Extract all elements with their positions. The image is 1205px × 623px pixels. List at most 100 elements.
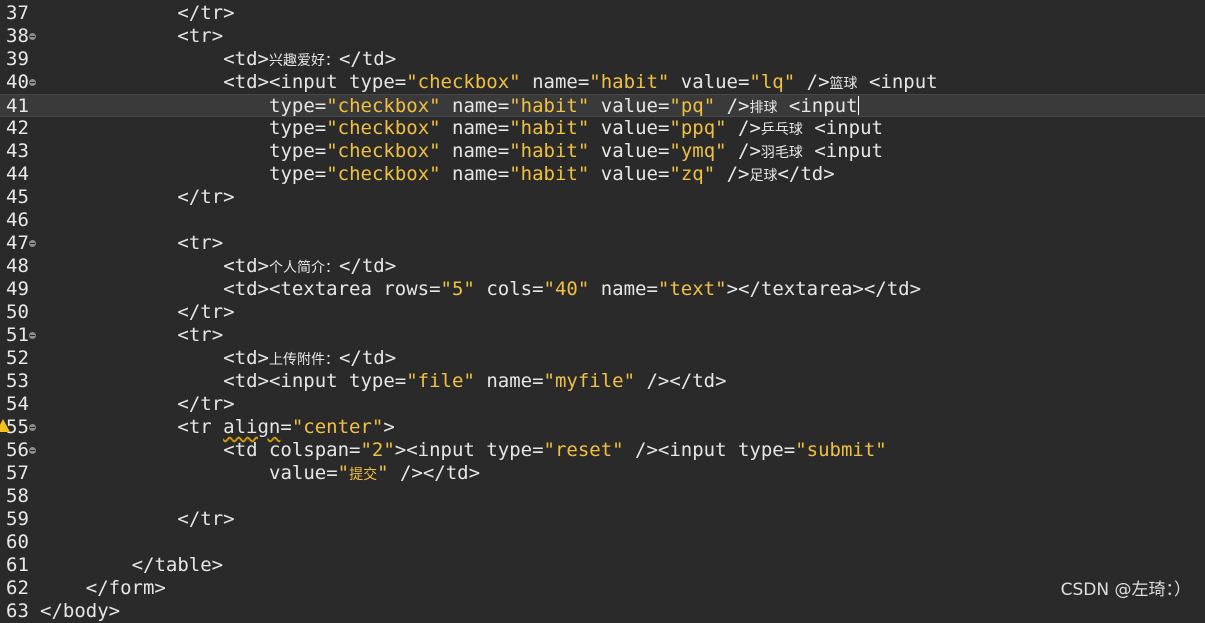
markup-token: </tr>	[177, 508, 235, 530]
code-line[interactable]: 39 <td>兴趣爱好：</td>	[0, 48, 1205, 71]
code-text: </tr>	[177, 393, 234, 416]
code-editor[interactable]: 37 </tr> 38 <tr> 39 <td>兴趣爱好：</td> 40 <td><inpu…	[0, 2, 1205, 623]
markup-token: value=	[589, 117, 670, 139]
code-line[interactable]: 60	[0, 531, 1205, 554]
string-token: "habit"	[589, 71, 670, 93]
fold-toggle-icon[interactable]	[29, 240, 36, 247]
code-line[interactable]: 53 <td><input type="file" name="myfile" /…	[0, 370, 1205, 393]
string-token: "habit"	[509, 117, 590, 139]
code-line[interactable]: 62 </form>	[0, 577, 1205, 600]
markup-token: /></td>	[635, 370, 727, 392]
markup-token: <td	[223, 439, 269, 461]
line-number: 50	[6, 301, 29, 323]
markup-token: value=	[589, 140, 670, 162]
line-number: 49	[6, 278, 29, 300]
code-line[interactable]: 51 <tr>	[0, 324, 1205, 347]
line-number: 61	[6, 554, 29, 576]
code-line[interactable]: 41 type="checkbox" name="habit" value="pq…	[0, 94, 1205, 117]
markup-token: </td>	[338, 255, 397, 277]
line-number: 43	[6, 140, 29, 162]
markup-token: <input	[802, 117, 883, 139]
markup-token: name=	[474, 370, 544, 392]
code-text: value="提交" /></td>	[269, 462, 480, 487]
code-line[interactable]: 48 <td>个人简介：</td>	[0, 255, 1205, 278]
code-text: </form>	[86, 577, 166, 600]
fold-toggle-icon[interactable]	[29, 33, 36, 40]
fold-toggle-icon[interactable]	[29, 424, 36, 431]
markup-token: </table>	[131, 554, 224, 576]
markup-token: cols=	[474, 278, 544, 300]
code-line[interactable]: 47 <tr>	[0, 232, 1205, 255]
code-line[interactable]: 43 type="checkbox" name="habit" value="ym…	[0, 140, 1205, 163]
markup-token: </tr>	[177, 393, 235, 415]
string-token: "2"	[360, 439, 395, 461]
line-number: 44	[6, 163, 29, 185]
line-number: 41	[6, 95, 29, 117]
text-token: 排球	[749, 100, 778, 116]
code-text: </tr>	[177, 301, 234, 324]
code-line[interactable]: 38 <tr>	[0, 25, 1205, 48]
line-number: 37	[6, 2, 29, 24]
string-token: "habit"	[509, 95, 590, 117]
string-token: "myfile"	[543, 370, 636, 392]
string-token: "	[337, 462, 350, 484]
string-token: "checkbox"	[406, 71, 521, 93]
code-line[interactable]: 46	[0, 209, 1205, 232]
code-line[interactable]: 61 </table>	[0, 554, 1205, 577]
string-token: "40"	[543, 278, 590, 300]
code-line[interactable]: 44 type="checkbox" name="habit" value="zq…	[0, 163, 1205, 186]
markup-token: <tr	[177, 416, 224, 438]
fold-toggle-icon[interactable]	[29, 447, 36, 454]
code-text: </tr>	[177, 186, 234, 209]
markup-token: />	[715, 163, 750, 185]
markup-token: </tr>	[177, 2, 235, 24]
markup-token: rows=	[383, 278, 441, 300]
code-line[interactable]: 57 value="提交" /></td>	[0, 462, 1205, 485]
markup-token: <tr>	[177, 232, 224, 254]
text-token: 篮球	[829, 76, 858, 92]
code-line[interactable]: 49 <td><textarea rows="5" cols="40" name=…	[0, 278, 1205, 301]
code-line[interactable]: 37 </tr>	[0, 2, 1205, 25]
code-line[interactable]: 42 type="checkbox" name="habit" value="pp…	[0, 117, 1205, 140]
code-line[interactable]: 55 <tr align="center">	[0, 416, 1205, 439]
text-token: 羽毛球	[760, 145, 803, 161]
code-line[interactable]: 50 </tr>	[0, 301, 1205, 324]
code-text: </body>	[40, 600, 120, 623]
line-number: 39	[6, 48, 29, 70]
markup-token: <input	[857, 71, 938, 93]
code-line[interactable]: 40 <td><input type="checkbox" name="habit…	[0, 71, 1205, 94]
code-text: <tr align="center">	[177, 416, 394, 439]
code-line[interactable]: 56 <td colspan="2"><input type="reset" />…	[0, 439, 1205, 462]
line-number: 60	[6, 531, 29, 553]
markup-token: </td>	[777, 163, 835, 185]
code-line[interactable]: 58	[0, 485, 1205, 508]
fold-toggle-icon[interactable]	[29, 332, 36, 339]
markup-token: name=	[440, 140, 510, 162]
line-number: 63	[6, 600, 29, 622]
warning-icon[interactable]	[0, 419, 10, 432]
code-line[interactable]: 63 </body>	[0, 600, 1205, 623]
string-token: "ymq"	[669, 140, 727, 162]
code-text: </tr>	[177, 2, 234, 25]
markup-token: </td>	[338, 347, 397, 369]
markup-token: <tr>	[177, 25, 224, 47]
code-text: type="checkbox" name="habit" value="ppq"…	[269, 117, 883, 142]
code-line[interactable]: 59 </tr>	[0, 508, 1205, 531]
markup-token: =	[280, 416, 292, 438]
code-line[interactable]: 52 <td>上传附件：</td>	[0, 347, 1205, 370]
markup-token: <td>	[223, 255, 269, 277]
csdn-watermark: CSDN @左琦：）	[1060, 580, 1191, 600]
markup-token: name=	[440, 117, 510, 139]
code-text: <td colspan="2"><input type="reset" /><i…	[223, 439, 887, 462]
text-token: 兴趣爱好：	[268, 53, 339, 69]
fold-toggle-icon[interactable]	[29, 79, 36, 86]
code-line[interactable]: 54 </tr>	[0, 393, 1205, 416]
string-token: 提交	[349, 467, 378, 483]
code-text: type="checkbox" name="habit" value="ymq"…	[269, 140, 883, 165]
code-line[interactable]: 45 </tr>	[0, 186, 1205, 209]
code-text: <td><textarea rows="5" cols="40" name="t…	[223, 278, 921, 301]
markup-token: type=	[349, 71, 407, 93]
text-caret	[857, 96, 859, 115]
string-token: "habit"	[509, 140, 590, 162]
markup-token: colspan=	[268, 439, 361, 461]
